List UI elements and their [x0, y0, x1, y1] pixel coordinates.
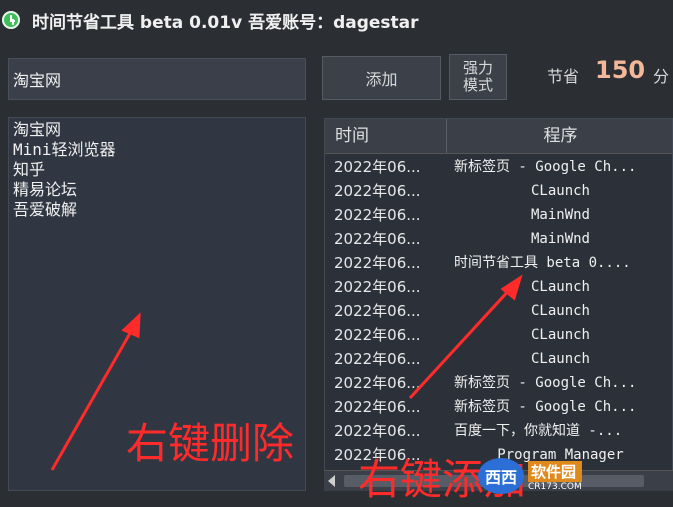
program-cell: 新标签页 - Google Ch...: [454, 375, 637, 391]
table-row[interactable]: 2022年06... CLaunch: [325, 347, 672, 371]
list-item[interactable]: 吾爱破解: [13, 200, 301, 220]
site-input-box[interactable]: [8, 58, 306, 100]
table-row[interactable]: 2022年06... 新标签页 - Google Ch...: [325, 371, 672, 395]
saved-unit: 分: [653, 67, 670, 86]
watermark-url: CR173.COM: [528, 481, 582, 492]
table-header: 时间 程序: [325, 119, 672, 154]
column-header-time[interactable]: 时间: [325, 119, 447, 153]
saved-label: 节省: [547, 67, 580, 86]
program-cell: 时间节省工具 beta 0....: [454, 255, 631, 271]
add-button[interactable]: 添加: [322, 56, 441, 100]
time-cell: 2022年06...: [334, 182, 421, 200]
program-cell: MainWnd: [530, 207, 590, 223]
time-cell: 2022年06...: [334, 374, 421, 392]
clock-icon: [2, 11, 20, 29]
list-item[interactable]: 精易论坛: [13, 180, 301, 200]
time-cell: 2022年06...: [334, 206, 421, 224]
list-item[interactable]: 淘宝网: [13, 120, 301, 140]
table-row[interactable]: 2022年06... 时间节省工具 beta 0....: [325, 251, 672, 275]
watermark: 西西 软件园 CR173.COM: [478, 456, 656, 496]
list-item[interactable]: 知乎: [13, 160, 301, 180]
time-cell: 2022年06...: [334, 398, 421, 416]
table-row[interactable]: 2022年06... CLaunch: [325, 323, 672, 347]
time-cell: 2022年06...: [334, 422, 421, 440]
time-cell: 2022年06...: [334, 158, 421, 176]
list-item[interactable]: Mini轻浏览器: [13, 140, 301, 160]
program-cell: CLaunch: [530, 183, 590, 199]
force-mode-button[interactable]: 强力模式: [449, 54, 507, 100]
table-row[interactable]: 2022年06... 百度一下，你就知道 -...: [325, 419, 672, 443]
watermark-logo: 西西: [478, 458, 524, 494]
left-arrow-icon[interactable]: [328, 475, 335, 487]
time-cell: 2022年06...: [334, 350, 421, 368]
program-cell: MainWnd: [530, 231, 590, 247]
program-cell: CLaunch: [530, 279, 590, 295]
time-cell: 2022年06...: [334, 326, 421, 344]
time-cell: 2022年06...: [334, 278, 421, 296]
column-header-program[interactable]: 程序: [447, 119, 672, 153]
table-row[interactable]: 2022年06... CLaunch: [325, 179, 672, 203]
time-cell: 2022年06...: [334, 302, 421, 320]
watermark-name: 软件园: [528, 460, 582, 482]
program-cell: 新标签页 - Google Ch...: [454, 399, 637, 415]
program-cell: CLaunch: [530, 327, 590, 343]
table-body: 2022年06... 新标签页 - Google Ch... 2022年06...…: [325, 155, 672, 467]
title-bar: 时间节省工具 beta 0.01v 吾爱账号：dagestar: [0, 0, 673, 38]
saved-value: 150: [595, 56, 646, 84]
table-row[interactable]: 2022年06... MainWnd: [325, 227, 672, 251]
time-cell: 2022年06...: [334, 230, 421, 248]
program-cell: CLaunch: [530, 303, 590, 319]
site-input[interactable]: [9, 59, 305, 99]
table-row[interactable]: 2022年06... CLaunch: [325, 275, 672, 299]
table-row[interactable]: 2022年06... 新标签页 - Google Ch...: [325, 155, 672, 179]
table-row[interactable]: 2022年06... CLaunch: [325, 299, 672, 323]
annotation-delete: 右键删除: [126, 419, 295, 468]
program-cell: CLaunch: [530, 351, 590, 367]
table-row[interactable]: 2022年06... 新标签页 - Google Ch...: [325, 395, 672, 419]
program-log-table[interactable]: 时间 程序 2022年06... 新标签页 - Google Ch... 2022…: [324, 118, 673, 490]
time-cell: 2022年06...: [334, 254, 421, 272]
program-cell: 百度一下，你就知道 -...: [454, 423, 623, 439]
program-cell: 新标签页 - Google Ch...: [454, 159, 637, 175]
window-title: 时间节省工具 beta 0.01v 吾爱账号：dagestar: [32, 13, 419, 33]
table-row[interactable]: 2022年06... MainWnd: [325, 203, 672, 227]
